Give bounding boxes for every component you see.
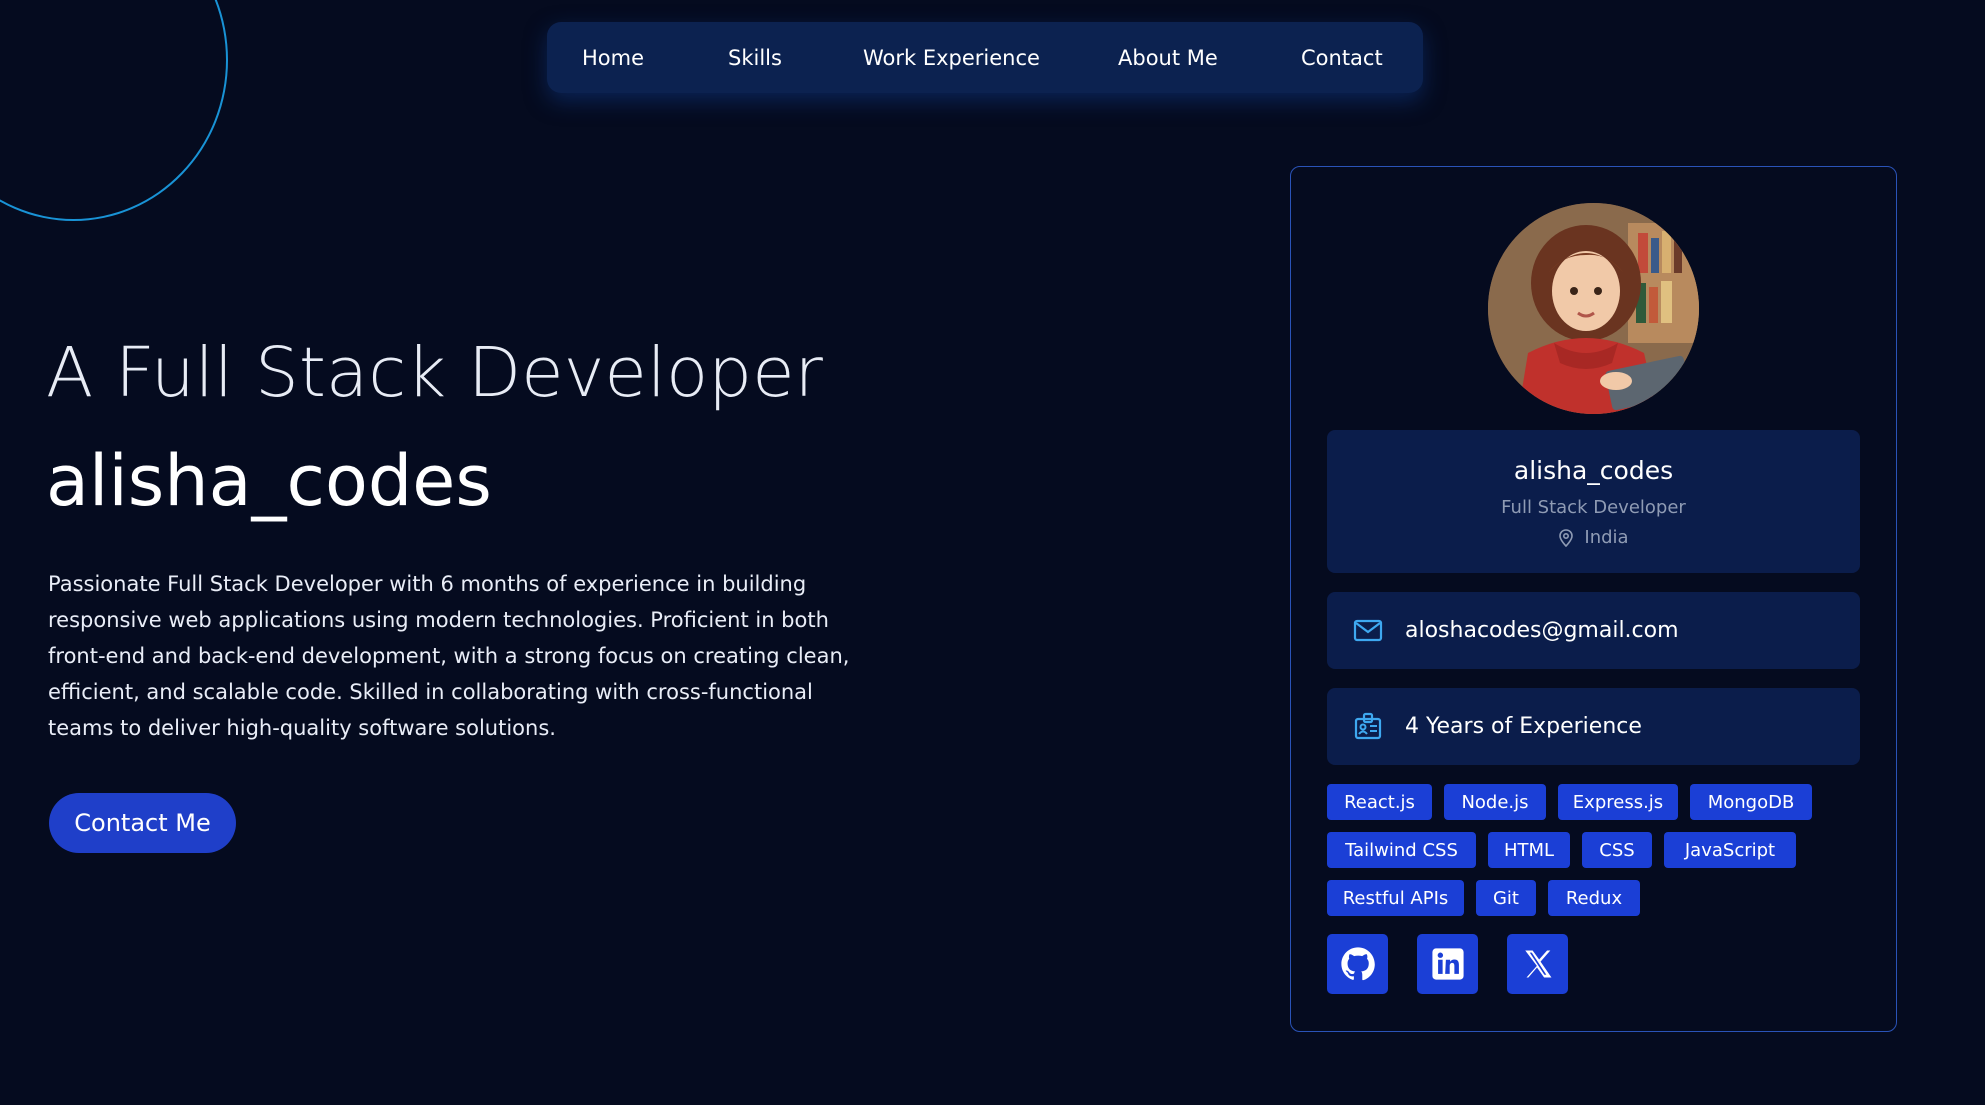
hero-title: alisha_codes [46, 440, 492, 522]
skill-chip: Node.js [1444, 784, 1546, 820]
profile-name: alisha_codes [1513, 456, 1674, 485]
experience-label: 4 Years of Experience [1405, 714, 1642, 739]
nav-home[interactable]: Home [582, 22, 644, 93]
nav-work-experience[interactable]: Work Experience [863, 22, 1040, 93]
skill-chip: HTML [1488, 832, 1570, 868]
avatar [1488, 203, 1699, 414]
email-box: aloshacodes@gmail.com [1327, 592, 1860, 669]
profile-role: Full Stack Developer [1501, 497, 1686, 518]
skill-chip: CSS [1582, 832, 1652, 868]
hero-subtitle: A Full Stack Developer [46, 333, 823, 413]
profile-location-label: India [1584, 527, 1629, 548]
profile-name-box: alisha_codes Full Stack Developer India [1327, 430, 1860, 573]
profile-location: India [1327, 527, 1860, 548]
skill-chip: Redux [1548, 880, 1640, 916]
x-button[interactable] [1507, 934, 1568, 994]
decorative-ring [0, 0, 228, 221]
linkedin-button[interactable] [1417, 934, 1478, 994]
id-badge-icon [1354, 712, 1382, 740]
skill-chip: JavaScript [1664, 832, 1796, 868]
top-nav: Home Skills Work Experience About Me Con… [547, 22, 1423, 93]
skill-chip: React.js [1327, 784, 1432, 820]
skill-chip: MongoDB [1690, 784, 1812, 820]
hero-description: Passionate Full Stack Developer with 6 m… [48, 572, 850, 740]
github-button[interactable] [1327, 934, 1388, 994]
nav-contact[interactable]: Contact [1301, 22, 1383, 93]
location-pin-icon [1559, 528, 1574, 547]
x-icon [1524, 950, 1551, 978]
skill-chip: Restful APIs [1327, 880, 1464, 916]
email-address[interactable]: aloshacodes@gmail.com [1405, 592, 1679, 669]
skill-chip: Express.js [1558, 784, 1678, 820]
nav-skills[interactable]: Skills [728, 22, 782, 93]
avatar-illustration [1488, 203, 1699, 414]
skill-chip: Git [1476, 880, 1536, 916]
github-icon [1340, 947, 1375, 981]
experience-box: 4 Years of Experience [1327, 688, 1860, 765]
nav-about-me[interactable]: About Me [1118, 22, 1218, 93]
linkedin-icon [1431, 948, 1464, 980]
mail-icon [1353, 619, 1383, 642]
skill-chip: Tailwind CSS [1327, 832, 1476, 868]
page: Home Skills Work Experience About Me Con… [0, 0, 1985, 1105]
contact-me-button[interactable]: Contact Me [49, 793, 236, 853]
